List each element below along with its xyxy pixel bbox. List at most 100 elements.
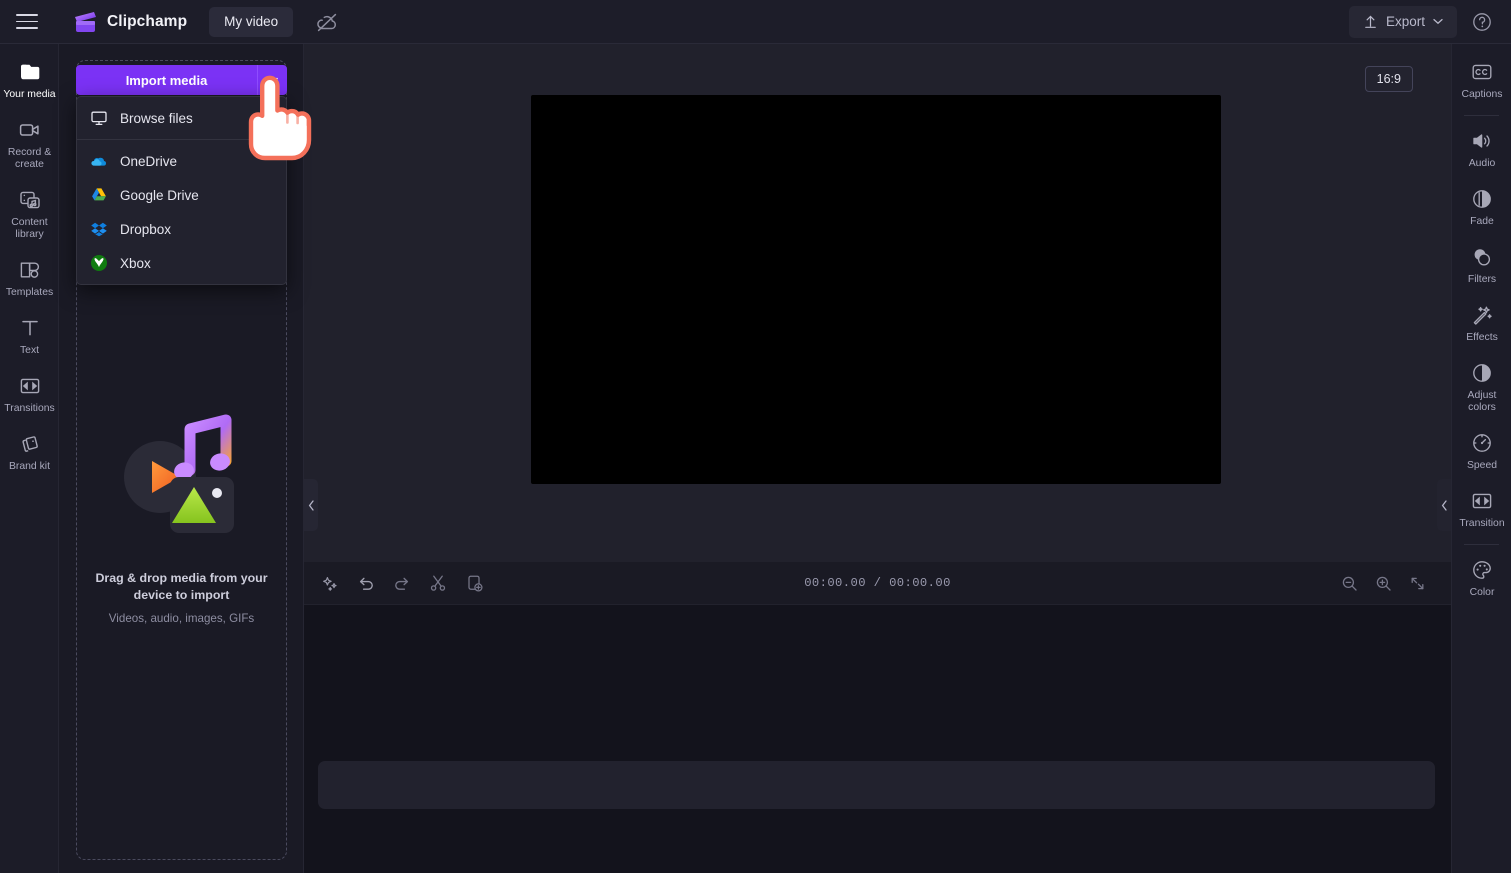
menu-item-label: Xbox [120,255,151,271]
export-label: Export [1385,14,1425,29]
sidebar-item-captions[interactable]: Captions [1452,52,1511,110]
collapse-right-panel-button[interactable] [1437,479,1451,531]
brand: Clipchamp [72,11,187,33]
sidebar-item-label: Fade [1470,216,1494,227]
closed-captions-icon [1470,60,1494,84]
effects-wand-icon [1470,303,1494,327]
sidebar-item-label: Color [1469,587,1495,598]
monitor-icon [90,109,108,127]
text-icon [18,316,42,340]
sidebar-item-content-library[interactable]: Content library [0,180,59,250]
import-media-menu: Browse files OneDrive Google Drive Dropb… [76,96,287,285]
menu-item-xbox[interactable]: Xbox [77,246,286,280]
onedrive-icon [90,152,108,170]
dropbox-icon [90,220,108,238]
sidebar-item-transition[interactable]: Transition [1452,481,1511,539]
upload-icon [1363,14,1378,29]
total-time: 00:00.00 [889,576,951,590]
aspect-ratio-button[interactable]: 16:9 [1364,66,1413,92]
cloud-off-icon[interactable] [315,10,339,34]
sidebar-item-label: Your media [3,89,56,100]
xbox-icon [90,254,108,272]
sidebar-item-your-media[interactable]: Your media [0,52,59,110]
speedometer-icon [1470,431,1494,455]
collapse-media-panel-button[interactable] [304,479,318,531]
redo-icon[interactable] [388,569,416,597]
menu-icon[interactable] [16,9,42,35]
sidebar-item-fade[interactable]: Fade [1452,179,1511,237]
import-media-button[interactable]: Import media [76,65,257,95]
right-sidebar: Captions Audio Fade Filters Effects Adju… [1451,44,1511,873]
sidebar-item-label: Text [19,345,40,356]
sidebar-item-label: Templates [5,287,54,298]
templates-icon [18,258,42,282]
sidebar-item-label: Adjust colors [1467,390,1497,413]
sidebar-item-label: Record & create [7,147,52,170]
magic-icon[interactable] [316,569,344,597]
export-button[interactable]: Export [1348,5,1457,38]
sidebar-item-brand-kit[interactable]: Brand kit [0,424,59,482]
sidebar-item-speed[interactable]: Speed [1452,423,1511,481]
sidebar-item-audio[interactable]: Audio [1452,121,1511,179]
menu-item-label: Browse files [120,110,193,126]
filters-icon [1470,245,1494,269]
add-clip-icon[interactable] [460,569,488,597]
video-preview-canvas[interactable] [531,95,1221,484]
sidebar-item-label: Content library [11,217,48,240]
import-media-row: Import media [76,65,287,95]
clipchamp-app: Clipchamp My video Export Your media Rec… [0,0,1511,873]
timeline: 00:00.00 / 00:00.00 [304,562,1451,873]
sidebar-item-templates[interactable]: Templates [0,250,59,308]
fit-to-screen-icon[interactable] [1403,569,1431,597]
transitions-icon [18,374,42,398]
preview-stage: 16:9 [304,44,1451,562]
import-media-caret-button[interactable] [257,65,287,95]
folder-icon [18,60,42,84]
clipchamp-logo-icon [72,11,98,33]
menu-divider [77,139,286,140]
timeline-toolbar: 00:00.00 / 00:00.00 [304,562,1451,605]
left-sidebar: Your media Record & create Content libra… [0,44,59,873]
color-palette-icon [1470,558,1494,582]
timeline-tools [304,569,488,597]
content-library-icon [18,188,42,212]
menu-item-browse-files[interactable]: Browse files [77,101,286,135]
sidebar-item-filters[interactable]: Filters [1452,237,1511,295]
zoom-in-icon[interactable] [1369,569,1397,597]
brand-name: Clipchamp [107,12,188,30]
chevron-down-icon [267,77,278,84]
google-drive-icon [90,186,108,204]
adjust-colors-icon [1470,361,1494,385]
sidebar-item-color[interactable]: Color [1452,550,1511,608]
sidebar-item-label: Audio [1468,158,1496,169]
sidebar-item-label: Transition [1459,518,1505,529]
sidebar-item-label: Captions [1461,89,1503,100]
timeline-body[interactable] [304,605,1451,873]
speaker-icon [1470,129,1494,153]
transition-icon [1470,489,1494,513]
menu-item-label: Dropbox [120,221,172,237]
menu-item-dropbox[interactable]: Dropbox [77,212,286,246]
document-tab[interactable]: My video [209,6,294,37]
top-bar: Clipchamp My video Export [0,0,1511,44]
sidebar-item-label: Filters [1467,274,1497,285]
split-icon[interactable] [424,569,452,597]
sidebar-divider [1464,544,1499,545]
empty-state-subtitle: Videos, audio, images, GIFs [108,612,255,625]
sidebar-item-transitions[interactable]: Transitions [0,366,59,424]
menu-item-label: Google Drive [120,187,199,203]
sidebar-item-label: Transitions [4,403,55,414]
sidebar-item-effects[interactable]: Effects [1452,295,1511,353]
sidebar-item-record-create[interactable]: Record & create [0,110,59,180]
chevron-left-icon [308,499,315,511]
menu-item-google-drive[interactable]: Google Drive [77,178,286,212]
menu-item-onedrive[interactable]: OneDrive [77,144,286,178]
chevron-down-icon [1433,18,1443,25]
sidebar-item-text[interactable]: Text [0,308,59,366]
undo-icon[interactable] [352,569,380,597]
brand-kit-icon [18,432,42,456]
timeline-track-placeholder[interactable] [318,761,1435,809]
help-button[interactable] [1469,9,1495,35]
sidebar-item-adjust-colors[interactable]: Adjust colors [1452,353,1511,423]
zoom-out-icon[interactable] [1335,569,1363,597]
